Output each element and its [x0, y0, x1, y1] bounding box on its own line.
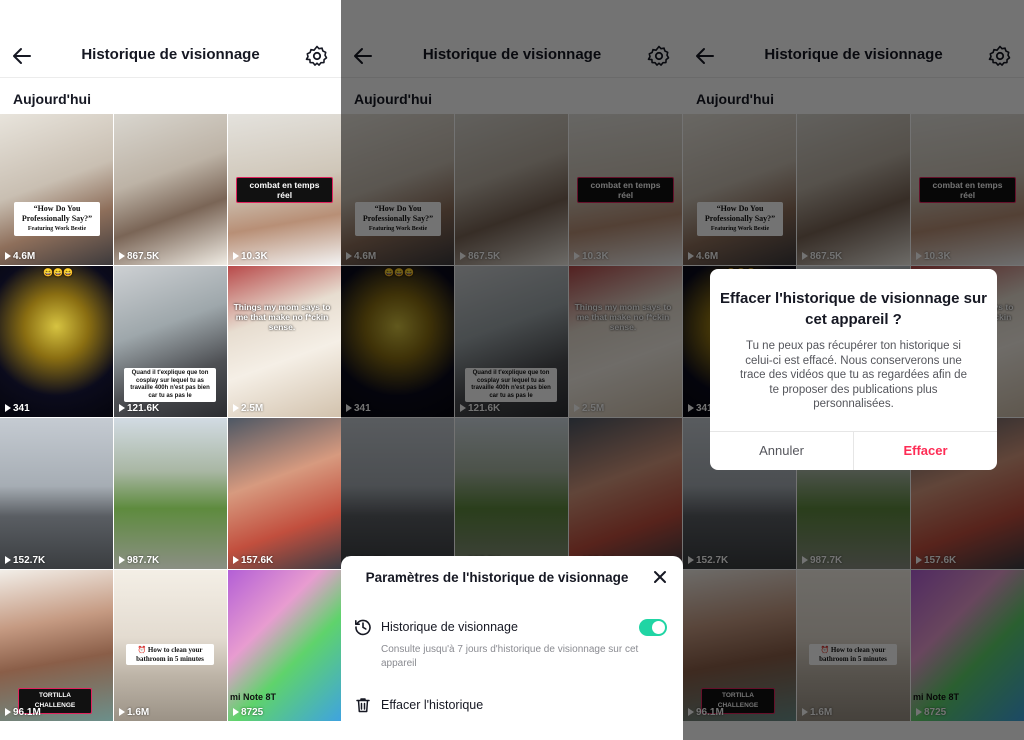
view-count: 4.6M [5, 251, 35, 262]
view-count: 8725 [233, 707, 263, 718]
play-icon [119, 252, 125, 260]
video-thumbnail[interactable]: “How Do You Professionally Say?” Featurin… [0, 114, 113, 265]
video-caption: combat en temps réel [236, 177, 333, 203]
video-thumbnail[interactable]: 867.5K [114, 114, 227, 265]
play-icon [233, 252, 239, 260]
caption-text: 😄😄😄 [43, 268, 73, 277]
header: Historique de visionnage [0, 0, 341, 78]
view-count-value: 96.1M [13, 707, 41, 718]
view-count-value: 341 [13, 403, 30, 414]
history-settings-sheet: Paramètres de l'historique de visionnage… [341, 556, 683, 740]
video-caption: ⏰ How to clean your bathroom in 5 minute… [126, 644, 214, 665]
video-thumbnail[interactable]: TORTILLA CHALLENGE96.1M [0, 570, 113, 721]
cancel-button[interactable]: Annuler [710, 432, 853, 470]
toggle-knob [652, 621, 665, 634]
confirm-clear-button[interactable]: Effacer [854, 432, 997, 470]
view-count-value: 4.6M [13, 251, 36, 262]
play-icon [5, 708, 11, 716]
play-icon [233, 404, 239, 412]
caption-text: ⏰ How to clean your bathroom in 5 minute… [136, 646, 204, 663]
view-count: 157.6K [233, 555, 273, 566]
caption-subtext: Featuring Work Bestie [27, 226, 87, 232]
play-icon [5, 556, 11, 564]
play-icon [233, 556, 239, 564]
view-count: 96.1M [5, 707, 41, 718]
view-count: 10.3K [233, 251, 268, 262]
video-thumbnail[interactable]: mi Note 8T 8725 [228, 570, 341, 721]
play-icon [119, 708, 125, 716]
view-count-value: 152.7K [13, 555, 46, 566]
caption-text: “How Do You Professionally Say?” [21, 204, 93, 223]
view-count: 2.5M [233, 403, 263, 414]
history-toggle-description: Consulte jusqu'à 7 jours d'historique de… [381, 644, 639, 669]
video-caption: Quand il t'explique que ton cosplay sur … [124, 368, 216, 402]
play-icon [119, 556, 125, 564]
caption-text: Quand il t'explique que ton cosplay sur … [130, 370, 210, 399]
video-thumbnail[interactable]: Things my mom says to me that make no f*… [228, 266, 341, 417]
gear-icon[interactable] [305, 44, 329, 68]
history-screen-with-dialog: Historique de visionnage Aujourd'hui “Ho… [683, 0, 1024, 740]
view-count-value: 2.5M [241, 403, 264, 414]
view-count-value: 121.6K [127, 403, 160, 414]
view-count: 121.6K [119, 403, 159, 414]
view-count: 152.7K [5, 555, 45, 566]
trash-icon [356, 698, 370, 713]
play-icon [119, 404, 125, 412]
section-heading: Aujourd'hui [13, 91, 91, 107]
view-count-value: 867.5K [127, 251, 160, 262]
view-count-value: 10.3K [241, 251, 268, 262]
history-screen: Historique de visionnage Aujourd'hui “Ho… [0, 0, 341, 740]
history-toggle-label: Historique de visionnage [381, 620, 518, 634]
play-icon [5, 404, 11, 412]
caption-text: combat en temps réel [249, 180, 320, 200]
play-icon [233, 708, 239, 716]
view-count-value: 1.6M [127, 707, 150, 718]
video-thumbnail[interactable]: combat en temps réel 10.3K [228, 114, 341, 265]
view-count: 867.5K [119, 251, 159, 262]
close-icon[interactable] [653, 570, 667, 584]
video-caption: mi Note 8T [230, 692, 290, 702]
video-thumbnail[interactable]: 😄😄😄 341 [0, 266, 113, 417]
video-thumbnail[interactable]: 987.7K [114, 418, 227, 569]
view-count-value: 157.6K [241, 555, 274, 566]
caption-text: Things my mom says to me that make no f*… [233, 302, 331, 332]
video-caption: Things my mom says to me that make no f*… [232, 302, 332, 332]
view-count: 987.7K [119, 555, 159, 566]
dialog-title: Effacer l'historique de visionnage sur c… [720, 290, 987, 328]
history-clock-icon [355, 619, 371, 636]
page-title: Historique de visionnage [81, 46, 260, 63]
clear-history-dialog: Effacer l'historique de visionnage sur c… [710, 269, 997, 470]
sheet-title: Paramètres de l'historique de visionnage [365, 570, 629, 585]
video-thumbnail[interactable]: Quand il t'explique que ton cosplay sur … [114, 266, 227, 417]
history-toggle[interactable] [639, 619, 667, 636]
play-icon [5, 252, 11, 260]
view-count-value: 987.7K [127, 555, 160, 566]
clear-history-button[interactable]: Effacer l'historique [381, 698, 483, 712]
video-thumbnail[interactable]: 152.7K [0, 418, 113, 569]
video-thumbnail[interactable]: 157.6K [228, 418, 341, 569]
caption-text: mi Note 8T [230, 692, 277, 702]
view-count-value: 8725 [241, 707, 264, 718]
view-count: 341 [5, 403, 30, 414]
video-thumbnail[interactable]: ⏰ How to clean your bathroom in 5 minute… [114, 570, 227, 721]
video-caption: “How Do You Professionally Say?” Featurin… [14, 202, 100, 236]
history-screen-with-sheet: Historique de visionnage Aujourd'hui “Ho… [341, 0, 683, 740]
dialog-message: Tu ne peux pas récupérer ton historique … [740, 340, 967, 410]
video-caption: 😄😄😄 [28, 268, 88, 278]
view-count: 1.6M [119, 707, 149, 718]
